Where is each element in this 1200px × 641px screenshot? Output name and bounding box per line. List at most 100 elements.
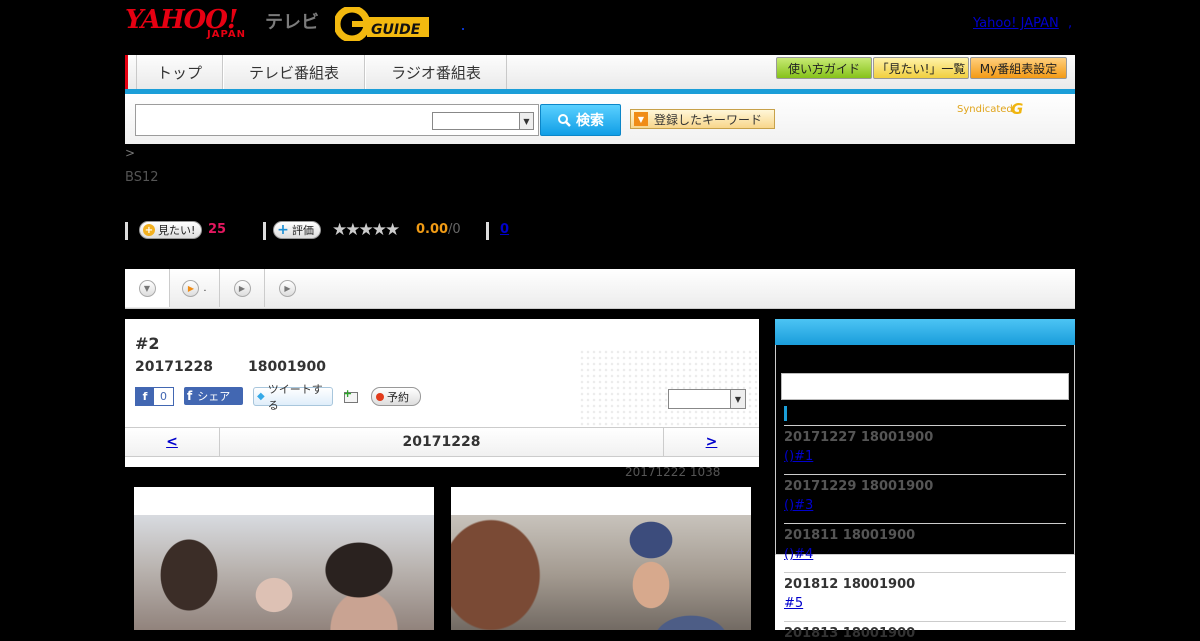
yahoo-japan-link-suffix: , [1068, 16, 1073, 31]
divider [125, 222, 128, 240]
facebook-icon: f [136, 388, 154, 405]
facebook-icon: f [187, 389, 193, 403]
yahoo-japan-logo[interactable]: YAHOO! JAPAN [125, 5, 263, 43]
facebook-like-button[interactable]: f 0 [135, 387, 174, 406]
plus-icon: + [277, 222, 289, 238]
episode-time: 18001900 [248, 359, 326, 375]
record-dot-icon [376, 392, 384, 401]
play-icon: ▶ [233, 279, 251, 297]
updated-timestamp: 20171222 1038 [625, 465, 721, 479]
plus-icon: + [143, 224, 155, 236]
tab-radio-schedule[interactable]: ラジオ番組表 [365, 55, 507, 89]
tweet-button[interactable]: ◆ ツイートする [253, 383, 333, 412]
divider [486, 222, 489, 240]
logo-tv-text[interactable]: テレビ [265, 8, 319, 34]
twitter-bird-icon: ◆ [257, 391, 265, 402]
divider [263, 222, 266, 240]
my-schedule-settings-button[interactable]: My番組表設定 [970, 57, 1067, 79]
tab-top[interactable]: トップ [136, 55, 223, 89]
search-button-label: 検索 [576, 113, 604, 129]
rating-value: 0.00 [416, 222, 449, 237]
next-day-link[interactable]: > [663, 428, 759, 456]
search-category-select[interactable]: ▼ [432, 112, 534, 130]
sidebar-item-date: 201812 18001900 [784, 577, 916, 592]
header-dot [462, 28, 464, 30]
sidebar-item-link[interactable]: ()#4 [784, 547, 813, 562]
sidebar-item-date: 201811 18001900 [784, 528, 916, 543]
episode-photo[interactable] [451, 487, 751, 630]
episode-photo[interactable] [134, 487, 434, 630]
gguide-logo-graphic: GUIDE [333, 5, 429, 43]
play-icon: ▶ [182, 279, 200, 297]
play-icon: ▶ [279, 279, 296, 297]
sidebar-item-date: 201813 18001900 [784, 626, 916, 641]
subtab-related[interactable]: ▶ [220, 269, 265, 307]
sidebar-panel-lower [775, 555, 1075, 630]
facebook-share-button[interactable]: f シェア [184, 387, 243, 405]
logo-japan-text: JAPAN [207, 29, 246, 40]
main-nav: トップ テレビ番組表 ラジオ番組表 使い方ガイド 「見たい!」一覧 My番組表設… [125, 55, 1075, 91]
prev-day-link[interactable]: < [125, 428, 220, 456]
search-button[interactable]: 検索 [540, 104, 621, 136]
reserve-button[interactable]: 予約 [371, 387, 421, 406]
want-count: 25 [208, 222, 227, 237]
subtab-other[interactable]: ▶ [265, 269, 310, 307]
usage-guide-button[interactable]: 使い方ガイド [776, 57, 872, 79]
divider [784, 425, 1066, 426]
sidebar-item-date: 20171227 18001900 [784, 430, 934, 445]
yahoo-japan-link[interactable]: Yahoo! JAPAN [973, 16, 1059, 31]
subtab-video[interactable]: ▶. [170, 269, 220, 307]
registered-keywords-label: 登録したキーワード [654, 112, 763, 127]
want-list-button[interactable]: 「見たい!」一覧 [873, 57, 969, 79]
facebook-like-count: 0 [160, 390, 167, 403]
sidebar-item-link[interactable]: ()#3 [784, 498, 813, 513]
chevron-down-icon: ▼ [730, 390, 745, 408]
subtab-video-mark: . [203, 282, 207, 294]
date-pager: < 20171228 > [125, 427, 759, 457]
sidebar-item-link[interactable]: #5 [784, 596, 803, 611]
channel-name: BS12 [125, 170, 159, 185]
want-button[interactable]: + 見たい! [139, 221, 203, 239]
sidebar-item-link[interactable]: ()#1 [784, 449, 813, 464]
divider [784, 523, 1066, 524]
rate-button-label: 評価 [292, 224, 314, 237]
photo-image [134, 515, 434, 630]
chevron-down-icon: ▼ [138, 279, 156, 297]
episode-select[interactable]: ▼ [668, 389, 746, 409]
tweet-label: ツイートする [267, 382, 323, 412]
subtab-info[interactable]: ▼ [125, 269, 170, 307]
divider [784, 572, 1066, 573]
episode-title: #2 [135, 334, 160, 353]
gguide-logo[interactable]: GUIDE [333, 5, 435, 43]
sidebar-header [775, 319, 1075, 345]
registered-keywords-button[interactable]: ▼ 登録したキーワード [630, 109, 775, 129]
review-count-link[interactable]: 0 [500, 222, 509, 237]
current-date: 20171228 [402, 434, 481, 450]
add-calendar-icon[interactable]: + [343, 387, 359, 404]
episode-date: 20171228 [135, 359, 213, 375]
sidebar-section-marker [784, 406, 787, 421]
syndicated-g-mark: G [1011, 100, 1024, 118]
tab-tv-schedule[interactable]: テレビ番組表 [223, 55, 365, 89]
episode-panel: #2 20171228 18001900 f 0 f シェア ◆ ツイートする … [125, 319, 759, 467]
chevron-down-icon: ▼ [519, 113, 533, 129]
search-icon [558, 114, 571, 127]
sidebar-item-date: 20171229 18001900 [784, 479, 934, 494]
rating-total: /0 [448, 222, 461, 237]
rating-stars: ★★★★★ [332, 220, 400, 240]
breadcrumb[interactable]: > [125, 146, 135, 160]
sidebar-search-input[interactable] [781, 373, 1069, 400]
syndicated-label: Syndicated [957, 104, 1013, 115]
want-button-label: 見たい! [158, 224, 196, 237]
divider [784, 621, 1066, 622]
gguide-logo-text: GUIDE [371, 22, 421, 38]
triangle-down-icon: ▼ [634, 112, 648, 126]
photo-image [451, 515, 751, 630]
reserve-label: 予約 [387, 390, 409, 404]
rate-button[interactable]: + 評価 [273, 221, 321, 239]
divider [784, 474, 1066, 475]
search-bar: ▼ 検索 ▼ 登録したキーワード Syndicated G [125, 94, 1075, 144]
syndicated-gguide-logo: Syndicated G [957, 100, 1023, 118]
program-subtabs: ▼ ▶. ▶ ▶ [125, 269, 1075, 309]
facebook-share-label: シェア [197, 390, 231, 403]
